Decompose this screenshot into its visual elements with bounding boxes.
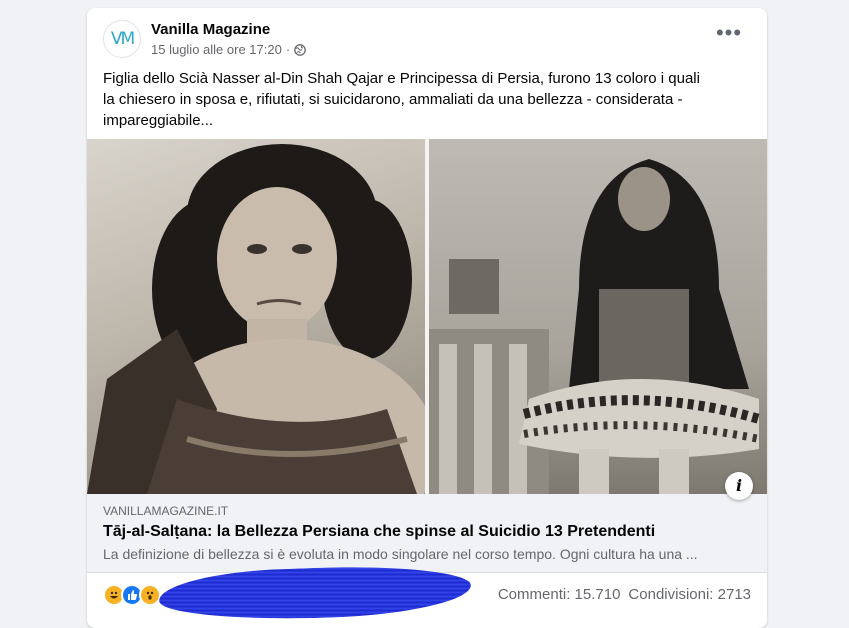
post-footer: Commenti: 15.710 Condivisioni: 2713	[87, 562, 767, 624]
shares-count[interactable]: Condivisioni: 2713	[628, 586, 751, 603]
link-preview[interactable]: VANILLAMAGAZINE.IT Tāj-al-Salṭana: la Be…	[87, 494, 767, 573]
redaction-scribble	[158, 562, 472, 624]
page-name[interactable]: Vanilla Magazine	[151, 21, 270, 38]
post-header: VM Vanilla Magazine 15 luglio alle ore 1…	[87, 8, 767, 68]
post-meta: 15 luglio alle ore 17:20 ·	[151, 42, 307, 57]
link-title[interactable]: Tāj-al-Salṭana: la Bellezza Persiana che…	[103, 523, 655, 541]
reaction-icons[interactable]	[103, 584, 161, 606]
portrait-photo-right	[429, 139, 767, 494]
wow-icon	[139, 584, 161, 606]
engagement-counts: Commenti: 15.710 Condivisioni: 2713	[498, 586, 751, 603]
post-timestamp[interactable]: 15 luglio alle ore 17:20	[151, 42, 282, 57]
info-icon[interactable]: i	[725, 472, 753, 500]
link-domain: VANILLAMAGAZINE.IT	[103, 504, 229, 518]
post-image[interactable]: i	[87, 139, 767, 500]
portrait-photo-left	[87, 139, 425, 494]
post-text: Figlia dello Scià Nasser al-Din Shah Qaj…	[103, 70, 700, 129]
more-options-icon[interactable]: •••	[711, 22, 747, 50]
comments-count[interactable]: Commenti: 15.710	[498, 586, 621, 603]
avatar[interactable]: VM	[103, 20, 141, 58]
globe-icon[interactable]	[294, 43, 307, 56]
avatar-logo: VM	[110, 29, 135, 49]
link-description: La definizione di bellezza si è evoluta …	[103, 546, 698, 562]
post-card: VM Vanilla Magazine 15 luglio alle ore 1…	[87, 8, 767, 628]
meta-separator: ·	[285, 42, 291, 57]
